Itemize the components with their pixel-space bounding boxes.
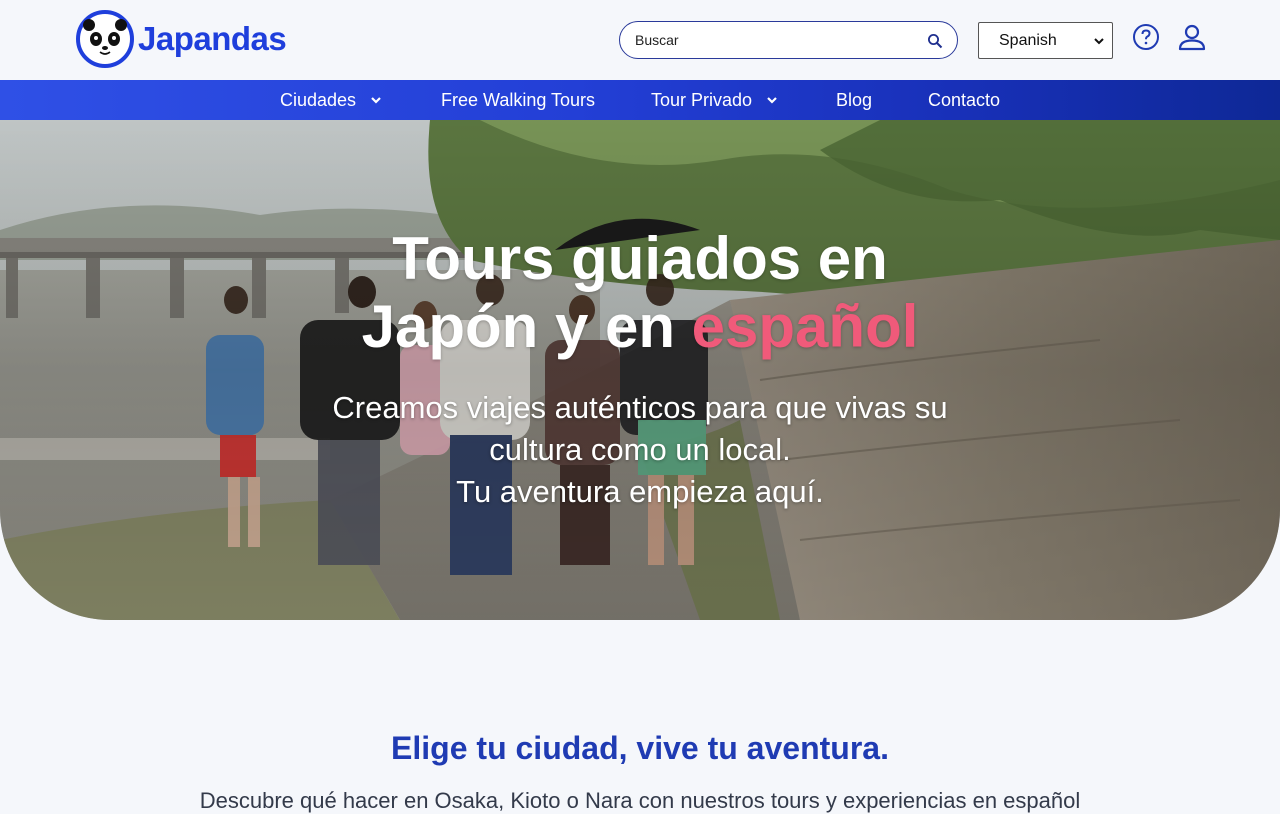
hero-subtitle-line2: cultura como un local. bbox=[489, 432, 791, 467]
panda-logo-icon bbox=[76, 10, 134, 68]
user-icon[interactable] bbox=[1177, 23, 1207, 53]
hero-title-accent: español bbox=[691, 293, 919, 360]
section-title: Elige tu ciudad, vive tu aventura. bbox=[0, 730, 1280, 767]
hero-subtitle-line1: Creamos viajes auténticos para que vivas… bbox=[332, 390, 948, 425]
nav-item-label: Free Walking Tours bbox=[441, 89, 596, 110]
search-icon bbox=[928, 34, 943, 49]
section-description: Descubre qué hacer en Osaka, Kioto o Nar… bbox=[199, 788, 1081, 813]
nav-item-label: Contacto bbox=[928, 89, 1001, 110]
hero-subtitle-line3: Tu aventura empieza aquí. bbox=[456, 474, 824, 509]
brand-name: Japandas bbox=[138, 20, 287, 57]
nav-item-contacto[interactable]: Contacto bbox=[928, 80, 1000, 120]
hero-title: Tours guiados en Japón y en español bbox=[0, 225, 1280, 361]
nav-item-label: Ciudades bbox=[280, 89, 357, 110]
nav-item-label: Blog bbox=[836, 89, 873, 110]
hero-title-line2: Japón y en bbox=[361, 293, 692, 360]
chevron-down-icon bbox=[767, 97, 777, 104]
chevron-down-icon bbox=[1094, 38, 1104, 45]
logo-link[interactable]: Japandas bbox=[76, 10, 287, 68]
language-select[interactable]: Spanish bbox=[978, 22, 1113, 59]
section-title-part2: vive tu aventura. bbox=[636, 730, 889, 766]
hero-title-line1: Tours guiados en bbox=[392, 225, 888, 292]
section-title-part1: Elige tu ciudad, bbox=[391, 730, 637, 766]
hero-subtitle: Creamos viajes auténticos para que vivas… bbox=[0, 387, 1280, 513]
search-box bbox=[619, 21, 958, 59]
chevron-down-icon bbox=[371, 97, 381, 104]
nav-item-tour-privado[interactable]: Tour Privado bbox=[651, 80, 778, 120]
nav-item-ciudades[interactable]: Ciudades bbox=[280, 80, 382, 120]
site-header: Japandas Spanish bbox=[0, 0, 1280, 80]
language-select-value: Spanish bbox=[999, 31, 1057, 49]
nav-item-free-walking-tours[interactable]: Free Walking Tours bbox=[441, 80, 595, 120]
search-button[interactable] bbox=[925, 31, 945, 51]
hero-content: Tours guiados en Japón y en español Crea… bbox=[0, 120, 1280, 620]
nav-item-blog[interactable]: Blog bbox=[836, 80, 872, 120]
main-nav: Ciudades Free Walking Tours Tour Privado… bbox=[0, 80, 1280, 120]
nav-item-label: Tour Privado bbox=[651, 89, 753, 110]
search-input[interactable] bbox=[635, 32, 905, 48]
hero-banner: Tours guiados en Japón y en español Crea… bbox=[0, 120, 1280, 620]
help-icon[interactable] bbox=[1132, 23, 1160, 51]
